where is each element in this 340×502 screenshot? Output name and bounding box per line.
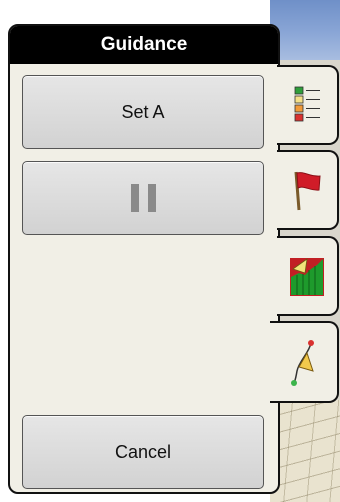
cancel-button[interactable]: Cancel: [22, 415, 264, 489]
set-a-button-label: Set A: [121, 101, 165, 122]
guidance-panel: Guidance Set A Cancel: [8, 24, 280, 494]
legend-icon: [294, 86, 320, 122]
map-sky-background: [270, 0, 340, 60]
legend-tab[interactable]: [277, 65, 339, 145]
coverage-chart-icon: [290, 258, 324, 296]
flag-icon: [294, 171, 321, 211]
guidance-line-icon: [290, 340, 314, 386]
pause-icon: [130, 184, 156, 212]
map-field-background: [270, 400, 340, 502]
panel-title: Guidance: [10, 26, 278, 64]
coverage-tab[interactable]: [277, 236, 339, 316]
flag-tab[interactable]: [277, 150, 339, 230]
set-a-button[interactable]: Set A: [22, 75, 264, 149]
selected-tab-connector: [274, 323, 282, 401]
pause-button[interactable]: [22, 161, 264, 235]
cancel-button-label: Cancel: [114, 441, 172, 462]
